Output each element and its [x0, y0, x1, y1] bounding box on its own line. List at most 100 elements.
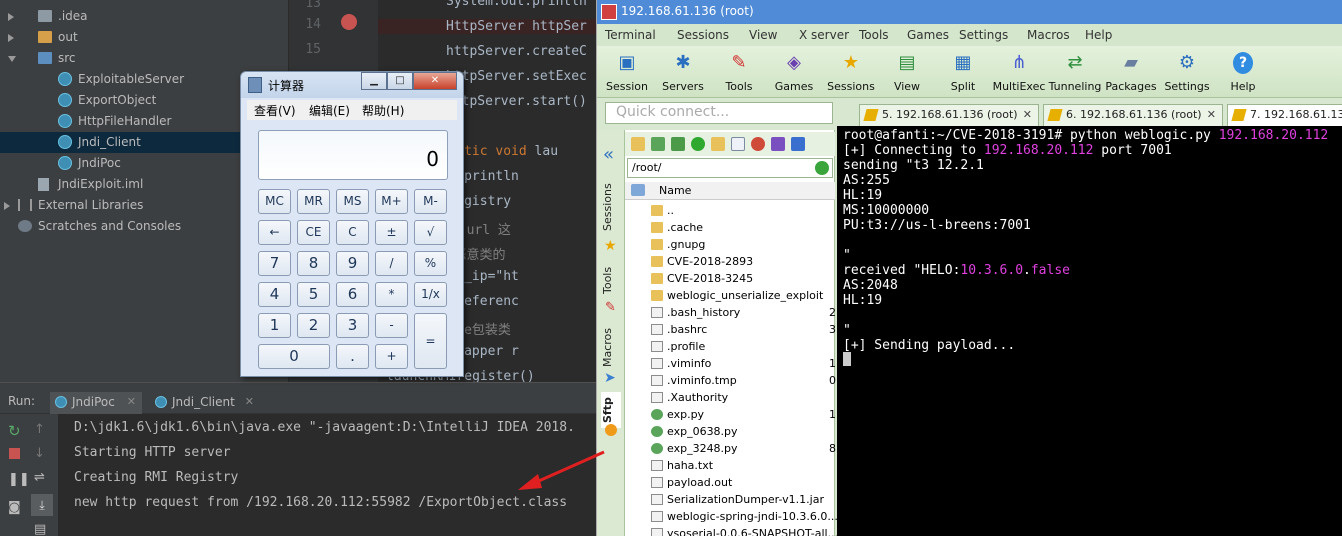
- run-tab-jndipoc[interactable]: JndiPoc ✕: [50, 392, 142, 414]
- file-row[interactable]: .bashrc 3: [625, 321, 836, 338]
- file-row[interactable]: exp.py 1: [625, 406, 836, 423]
- moba-menu-item[interactable]: Macros: [1027, 28, 1070, 42]
- calc-key[interactable]: 5: [297, 282, 330, 307]
- toolbar-button-sessions[interactable]: ★ Sessions: [823, 50, 879, 96]
- side-tab-tools[interactable]: Tools: [601, 260, 621, 300]
- file-row[interactable]: .Xauthority: [625, 389, 835, 406]
- calc-key[interactable]: M-: [414, 189, 447, 214]
- chevron-right-icon[interactable]: [4, 202, 10, 210]
- chevron-right-icon[interactable]: [8, 13, 14, 21]
- menu-edit[interactable]: 编辑(E): [309, 102, 350, 119]
- moba-menu-item[interactable]: X server: [799, 28, 849, 42]
- moba-menu-item[interactable]: Tools: [859, 28, 889, 42]
- close-button[interactable]: ✕: [413, 72, 457, 90]
- moba-menu-item[interactable]: Terminal: [605, 28, 656, 42]
- check-icon[interactable]: [815, 161, 829, 175]
- parent-folder-icon[interactable]: [631, 137, 645, 151]
- download-icon[interactable]: [651, 137, 665, 151]
- file-row[interactable]: ..: [625, 202, 835, 219]
- calc-key[interactable]: MS: [336, 189, 369, 214]
- run-tab-jndi-client[interactable]: Jndi_Client ✕: [150, 392, 260, 414]
- rename-icon[interactable]: [771, 137, 785, 151]
- toolbar-button-tunneling[interactable]: ⇄ Tunneling: [1047, 50, 1103, 96]
- file-row[interactable]: haha.txt: [625, 457, 835, 474]
- terminal[interactable]: root@afanti:~/CVE-2018-3191# python webl…: [837, 126, 1342, 536]
- moba-menu-item[interactable]: View: [749, 28, 777, 42]
- calc-key[interactable]: 2: [297, 313, 330, 338]
- calc-key[interactable]: 7: [258, 251, 291, 276]
- session-tab-6[interactable]: 6. 192.168.61.136 (root) ✕: [1043, 104, 1223, 126]
- side-tab-macros[interactable]: Macros: [601, 322, 621, 372]
- calc-key[interactable]: 9: [336, 251, 369, 276]
- toolbar-button-split[interactable]: ▦ Split: [935, 50, 991, 96]
- calc-key[interactable]: 8: [297, 251, 330, 276]
- column-name[interactable]: Name: [659, 184, 691, 197]
- calc-key[interactable]: +: [375, 344, 408, 369]
- run-panel-divider[interactable]: [0, 382, 596, 390]
- file-row[interactable]: .viminfo.tmp 0: [625, 372, 836, 389]
- calc-key[interactable]: MR: [297, 189, 330, 214]
- calc-key[interactable]: ±: [375, 220, 408, 245]
- side-tab-sftp[interactable]: Sftp: [601, 392, 621, 428]
- close-icon[interactable]: ✕: [1023, 105, 1032, 125]
- side-tab-sessions[interactable]: Sessions: [601, 178, 621, 236]
- calc-key[interactable]: /: [375, 251, 408, 276]
- refresh-icon[interactable]: [691, 137, 705, 151]
- calc-key[interactable]: *: [375, 282, 408, 307]
- toolbar-button-packages[interactable]: ▰ Packages: [1103, 50, 1159, 96]
- calc-key[interactable]: 4: [258, 282, 291, 307]
- arrow-down-icon[interactable]: ↓: [34, 446, 50, 462]
- file-row[interactable]: .cache: [625, 219, 835, 236]
- file-row[interactable]: SerializationDumper-v1.1.jar: [625, 491, 835, 508]
- file-row[interactable]: .viminfo 1: [625, 355, 836, 372]
- chevron-down-icon[interactable]: [8, 56, 16, 62]
- calc-key[interactable]: MC: [258, 189, 291, 214]
- file-row[interactable]: CVE-2018-3245: [625, 270, 835, 287]
- new-file-icon[interactable]: [731, 137, 745, 151]
- session-tab-7[interactable]: 7. 192.168.61.136 (r: [1227, 104, 1342, 126]
- file-row[interactable]: weblogic_unserialize_exploit: [625, 287, 835, 304]
- session-tab-5[interactable]: 5. 192.168.61.136 (root) ✕: [859, 104, 1039, 126]
- calc-key[interactable]: 1: [258, 313, 291, 338]
- stop-icon[interactable]: [9, 448, 20, 459]
- moba-menu-item[interactable]: Settings: [959, 28, 1008, 42]
- file-row[interactable]: ysoserial-0.0.6-SNAPSHOT-all...: [625, 525, 838, 536]
- delete-icon[interactable]: [751, 137, 765, 151]
- sftp-path-field[interactable]: /root/: [627, 158, 833, 178]
- toolbar-button-multiexec[interactable]: ⋔ MultiExec: [991, 50, 1047, 96]
- toolbar-button-servers[interactable]: ✱ Servers: [655, 50, 711, 96]
- quick-connect-input[interactable]: Quick connect...: [605, 102, 833, 124]
- calc-key[interactable]: M+: [375, 189, 408, 214]
- menu-help[interactable]: 帮助(H): [362, 102, 404, 119]
- tree-item[interactable]: src: [0, 48, 288, 69]
- maximize-button[interactable]: □: [387, 72, 413, 90]
- calc-key[interactable]: √: [414, 220, 447, 245]
- minimize-button[interactable]: ▁: [361, 72, 387, 90]
- follow-terminal-icon[interactable]: [791, 137, 805, 151]
- moba-menu-item[interactable]: Help: [1085, 28, 1112, 42]
- breakpoint-icon[interactable]: [341, 14, 357, 30]
- close-icon[interactable]: ✕: [245, 392, 254, 412]
- calc-key[interactable]: %: [414, 251, 447, 276]
- tree-item[interactable]: out: [0, 27, 288, 48]
- toolbar-button-help[interactable]: ? Help: [1215, 50, 1271, 96]
- calc-key[interactable]: -: [375, 313, 408, 338]
- rerun-icon[interactable]: ↻: [8, 422, 24, 440]
- moba-menu-item[interactable]: Sessions: [677, 28, 729, 42]
- calculator-titlebar[interactable]: 计算器 ▁ □ ✕: [241, 72, 463, 98]
- file-row[interactable]: .bash_history 2: [625, 304, 836, 321]
- chevron-right-icon[interactable]: [8, 34, 14, 42]
- pause-icon[interactable]: ❚❚: [8, 472, 30, 488]
- close-icon[interactable]: ✕: [127, 392, 136, 412]
- toolbar-button-tools[interactable]: ✎ Tools: [711, 50, 767, 96]
- moba-menu-item[interactable]: Games: [907, 28, 949, 42]
- toolbar-button-session[interactable]: ▣ Session: [599, 50, 655, 96]
- menu-view[interactable]: 查看(V): [254, 102, 296, 119]
- calc-key[interactable]: CE: [297, 220, 330, 245]
- calc-key[interactable]: =: [414, 313, 447, 369]
- scroll-to-end-icon[interactable]: ⤓: [31, 494, 53, 516]
- file-row[interactable]: payload.out: [625, 474, 835, 491]
- soft-wrap-icon[interactable]: ⇌: [34, 470, 50, 486]
- calc-key[interactable]: C: [336, 220, 369, 245]
- new-folder-icon[interactable]: [711, 137, 725, 151]
